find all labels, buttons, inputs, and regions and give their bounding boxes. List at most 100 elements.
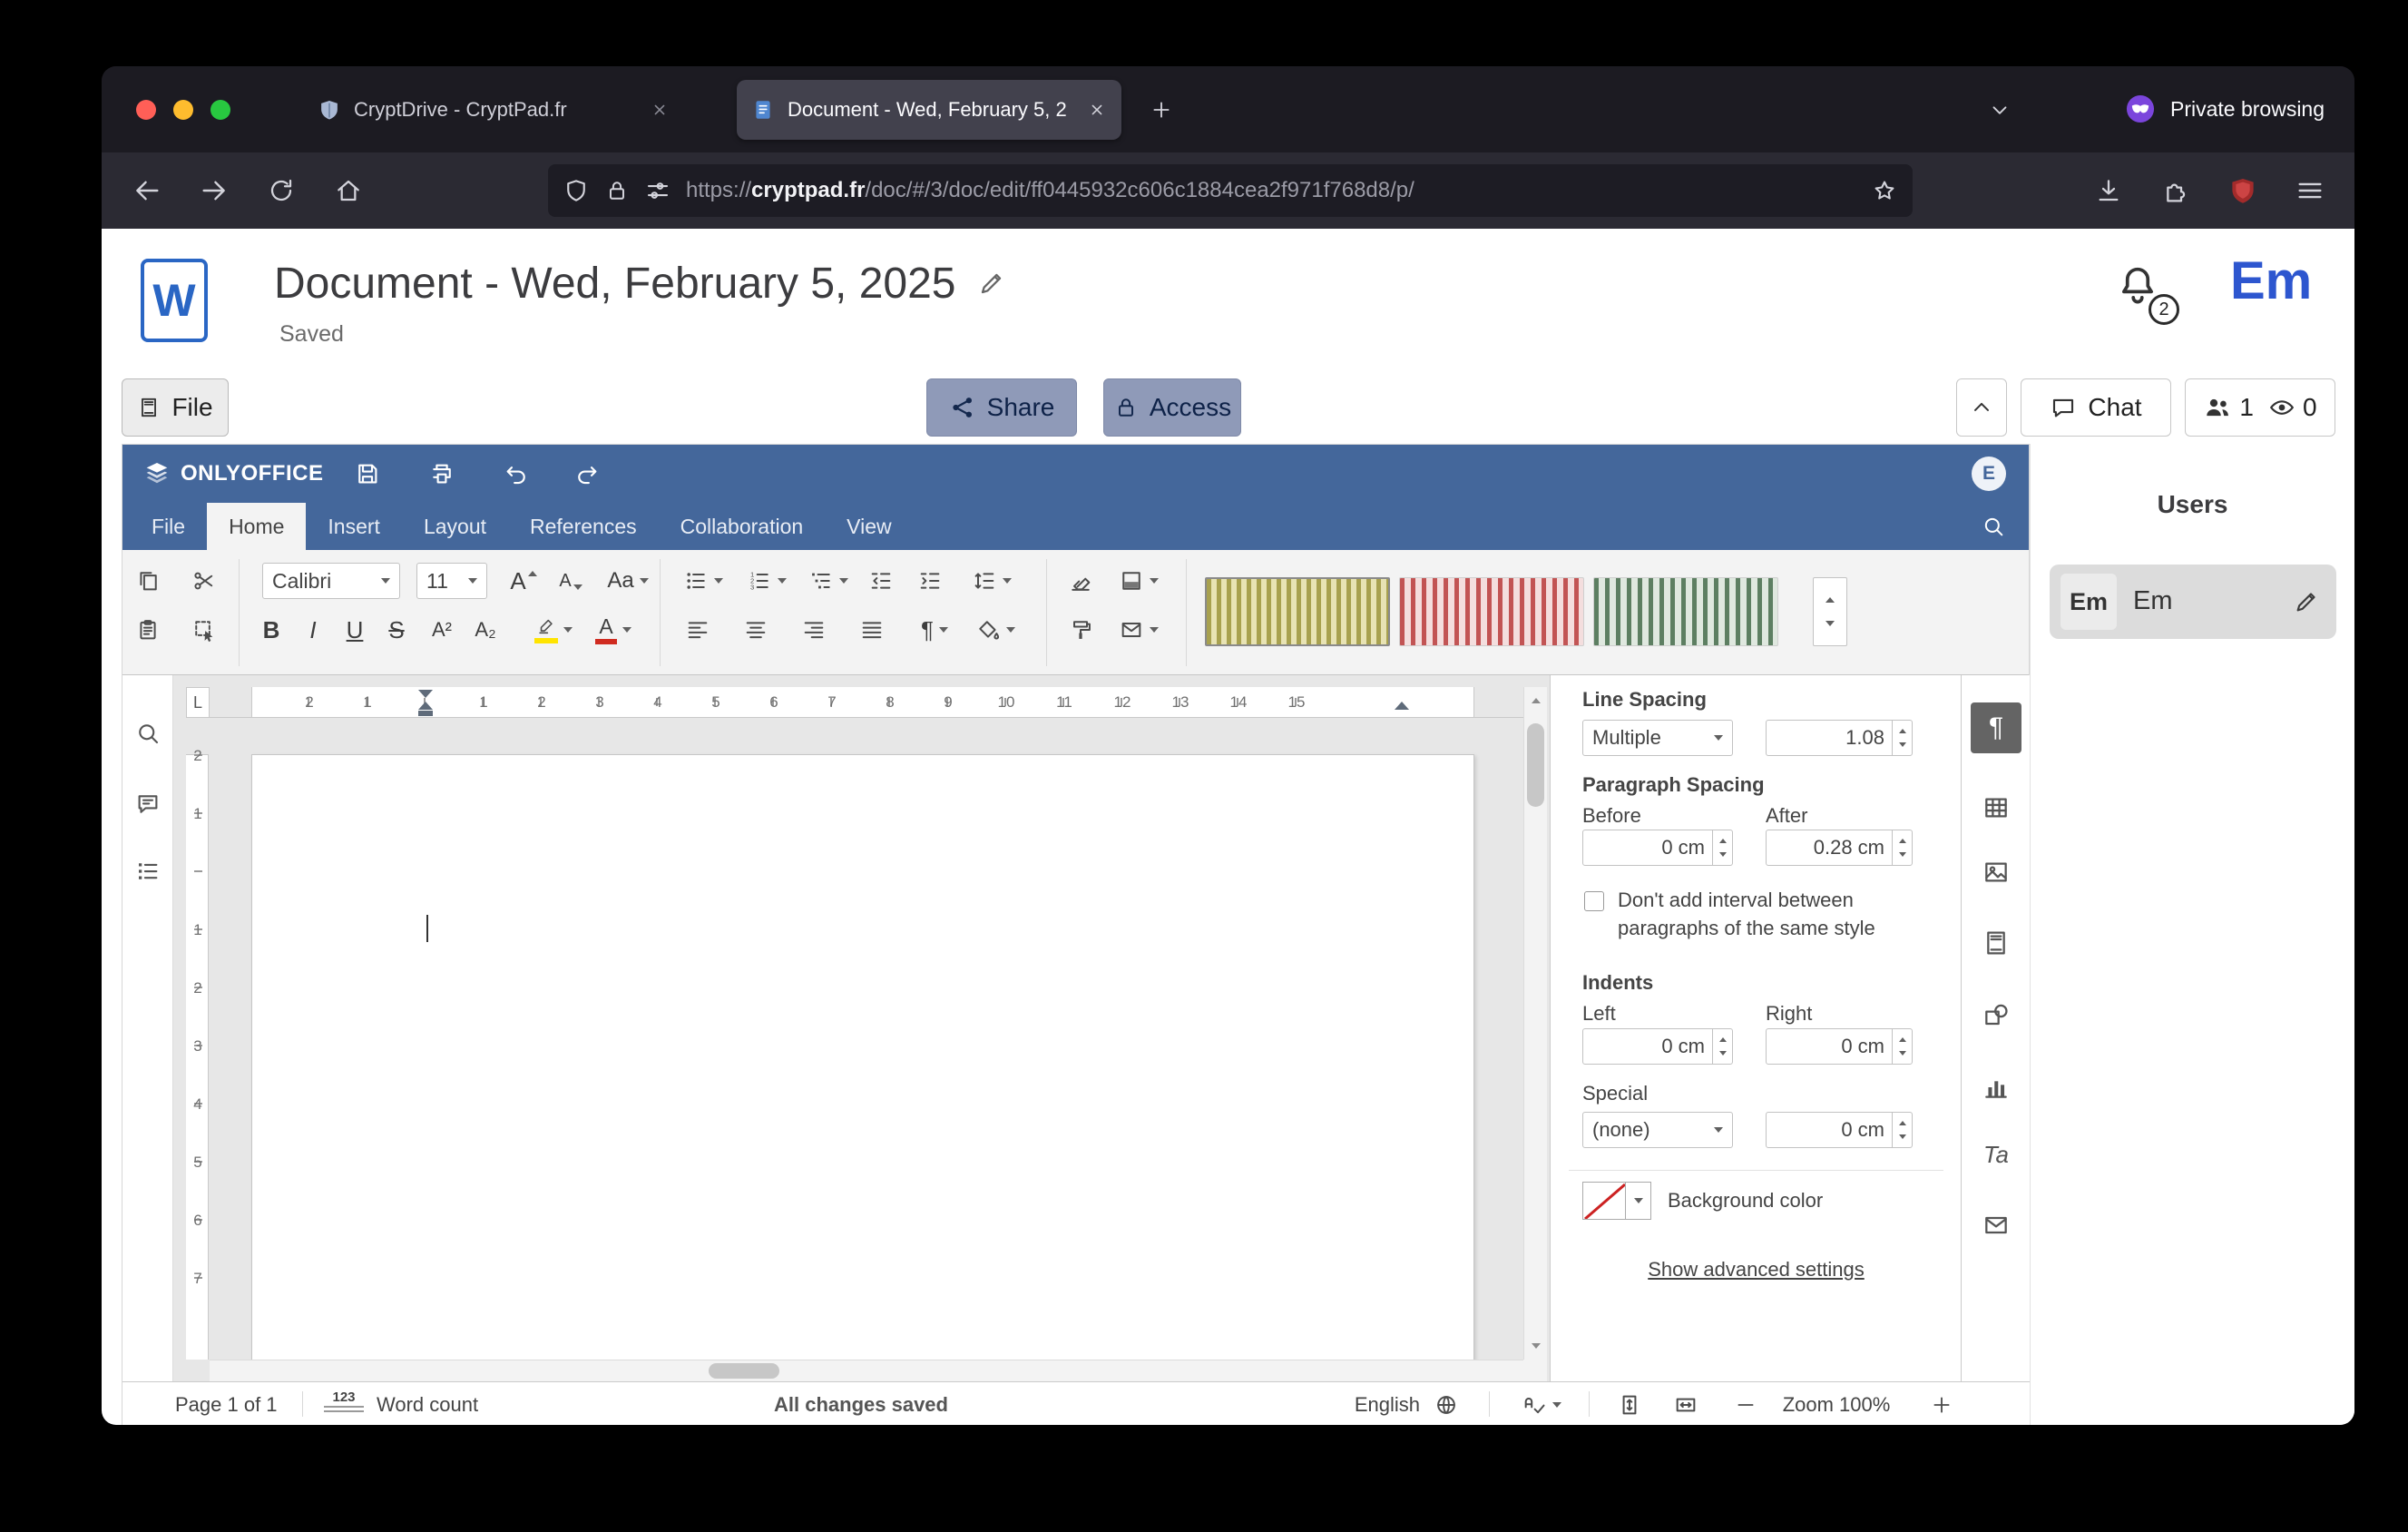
scroll-up-button[interactable]	[1524, 687, 1547, 714]
tab-close-icon[interactable]	[1087, 100, 1107, 120]
horizontal-ruler[interactable]: 21123456789101112131415	[210, 687, 1523, 718]
left-indent-marker[interactable]	[418, 702, 433, 710]
cut-button[interactable]	[184, 561, 224, 601]
style-thumbnail-normal[interactable]	[1205, 577, 1390, 646]
user-list-item[interactable]: Em Em	[2050, 565, 2336, 639]
strikethrough-button[interactable]: S	[378, 610, 415, 650]
line-spacing-button[interactable]	[964, 561, 1019, 601]
collaborator-avatar[interactable]: E	[1972, 457, 2006, 491]
vertical-ruler[interactable]: 211234567	[186, 718, 210, 1360]
spinner[interactable]	[1712, 1029, 1732, 1064]
justify-button[interactable]	[852, 610, 892, 650]
increase-font-button[interactable]: A	[504, 561, 543, 601]
collapse-toolbar-button[interactable]	[1956, 378, 2007, 437]
clear-style-button[interactable]	[1061, 561, 1101, 601]
style-thumbnail-heading[interactable]	[1593, 577, 1778, 646]
access-button[interactable]: Access	[1103, 378, 1241, 437]
decrease-font-button[interactable]: A	[551, 561, 591, 601]
zoom-in-button[interactable]	[1924, 1388, 1959, 1422]
spin-down-icon[interactable]	[1899, 742, 1906, 747]
background-color-picker[interactable]: Background color	[1582, 1181, 1823, 1221]
no-interval-label[interactable]: Don't add interval between paragraphs of…	[1618, 886, 1917, 942]
zoom-out-button[interactable]	[1728, 1388, 1763, 1422]
paragraph-shading-button[interactable]	[968, 610, 1023, 650]
notifications-button[interactable]: 2	[2114, 261, 2179, 327]
tab-cryptdrive[interactable]: CryptDrive - CryptPad.fr	[303, 80, 684, 140]
spinner[interactable]	[1892, 1029, 1912, 1064]
style-gallery-expand-button[interactable]	[1813, 577, 1847, 646]
mail-merge-button[interactable]	[1111, 610, 1166, 650]
indent-left-input[interactable]: 0 cm	[1582, 1028, 1733, 1065]
header-footer-settings-tab[interactable]	[1976, 923, 2016, 963]
window-close-button[interactable]	[136, 100, 156, 120]
language-button[interactable]: English	[1326, 1393, 1420, 1417]
multilevel-list-button[interactable]	[801, 561, 856, 601]
document-language-button[interactable]	[1429, 1388, 1463, 1422]
url-bar[interactable]: https://cryptpad.fr/doc/#/3/doc/edit/ff0…	[548, 164, 1913, 217]
shape-settings-tab[interactable]	[1976, 995, 2016, 1035]
save-button[interactable]	[347, 454, 387, 494]
indent-right-input[interactable]: 0 cm	[1766, 1028, 1913, 1065]
scroll-down-button[interactable]	[1524, 1332, 1547, 1360]
advanced-settings-link[interactable]: Show advanced settings	[1551, 1258, 1962, 1282]
tab-close-icon[interactable]	[650, 100, 670, 120]
decrease-indent-button[interactable]	[861, 561, 901, 601]
align-center-button[interactable]	[736, 610, 776, 650]
special-indent-amount-input[interactable]: 0 cm	[1766, 1112, 1913, 1148]
paste-button[interactable]	[128, 610, 168, 650]
home-button[interactable]	[327, 169, 370, 212]
align-left-button[interactable]	[678, 610, 718, 650]
vertical-scroll-thumb[interactable]	[1527, 723, 1544, 807]
spinner[interactable]	[1892, 1113, 1912, 1147]
align-right-button[interactable]	[794, 610, 834, 650]
tab-document-active[interactable]: Document - Wed, February 5, 2	[737, 80, 1121, 140]
spin-down-icon[interactable]	[1899, 1134, 1906, 1139]
spin-down-icon[interactable]	[1719, 852, 1727, 857]
background-color-dropdown[interactable]	[1626, 1182, 1651, 1220]
undo-button[interactable]	[496, 454, 536, 494]
highlight-color-button[interactable]	[525, 610, 582, 650]
bookmark-star-icon[interactable]	[1871, 177, 1898, 204]
document-page[interactable]	[251, 754, 1474, 1360]
find-button[interactable]	[130, 715, 166, 751]
italic-button[interactable]: I	[295, 610, 331, 650]
spin-down-icon[interactable]	[1899, 1051, 1906, 1056]
bold-button[interactable]: B	[253, 610, 289, 650]
font-color-button[interactable]: A	[587, 610, 640, 650]
ublock-extension-button[interactable]	[2221, 169, 2265, 212]
spinner[interactable]	[1892, 721, 1912, 755]
reload-button[interactable]	[259, 169, 303, 212]
app-menu-button[interactable]	[2288, 169, 2332, 212]
superscript-button[interactable]: A²	[422, 610, 462, 650]
horizontal-scrollbar[interactable]	[210, 1360, 1523, 1381]
spin-down-icon[interactable]	[1719, 1051, 1727, 1056]
subscript-button[interactable]: A₂	[465, 610, 505, 650]
permissions-tune-icon[interactable]	[644, 177, 671, 204]
edit-user-name-button[interactable]	[2293, 588, 2320, 615]
fit-width-button[interactable]	[1669, 1388, 1703, 1422]
menu-home[interactable]: Home	[207, 503, 306, 550]
back-button[interactable]	[125, 169, 169, 212]
right-indent-marker[interactable]	[1395, 702, 1409, 710]
chart-settings-tab[interactable]	[1976, 1067, 2016, 1107]
navigation-button[interactable]	[130, 853, 166, 889]
spin-down-icon[interactable]	[1899, 852, 1906, 857]
user-list-button[interactable]: 1 0	[2185, 378, 2335, 437]
image-settings-tab[interactable]	[1976, 852, 2016, 892]
word-count-button[interactable]: Word count	[377, 1393, 478, 1417]
tracking-protection-shield-icon[interactable]	[563, 177, 590, 204]
first-line-indent-marker[interactable]	[418, 690, 433, 698]
menu-insert[interactable]: Insert	[306, 503, 402, 550]
extensions-button[interactable]	[2154, 169, 2198, 212]
spacing-after-input[interactable]: 0.28 cm	[1766, 830, 1913, 866]
new-tab-button[interactable]	[1145, 93, 1178, 126]
font-name-select[interactable]: Calibri	[262, 563, 400, 599]
redo-button[interactable]	[567, 454, 607, 494]
spin-up-icon[interactable]	[1719, 839, 1727, 843]
left-indent-box-marker[interactable]	[418, 711, 433, 716]
tab-stop-selector[interactable]: L	[186, 687, 210, 718]
change-case-button[interactable]: Aa	[600, 561, 656, 601]
nonprinting-characters-button[interactable]: ¶	[908, 610, 961, 650]
fit-page-button[interactable]	[1612, 1388, 1647, 1422]
document-title[interactable]: Document - Wed, February 5, 2025	[274, 259, 955, 309]
